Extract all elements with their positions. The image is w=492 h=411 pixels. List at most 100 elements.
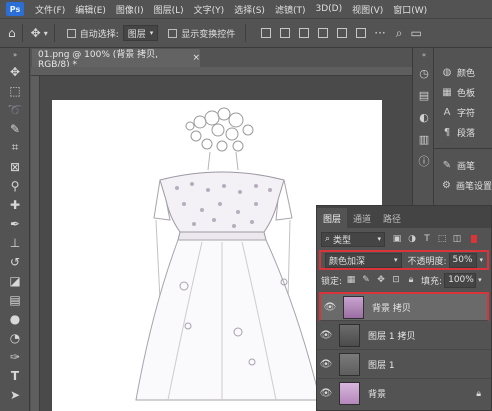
blur-tool-icon[interactable]: ● [0, 309, 30, 328]
dock-item-brush-settings[interactable]: ⚙ 画笔设置 [434, 175, 492, 195]
history-icon[interactable]: ◷ [413, 62, 435, 84]
layer-row-background-copy[interactable]: 👁︎ 背景 拷贝 [319, 292, 489, 321]
search-icon[interactable]: ⌕ [396, 26, 403, 41]
layer-thumbnail [339, 352, 360, 376]
crop-tool-icon[interactable]: ⌗ [0, 138, 30, 157]
workspace-icon[interactable]: ▭ [410, 26, 421, 40]
layer-name: 背景 [368, 390, 387, 400]
palette-icon: ◍ [442, 66, 452, 78]
move-tool-icon[interactable]: ✥ [31, 26, 41, 40]
frame-tool-icon[interactable]: ⊠ [0, 157, 30, 176]
filter-toggle-icon[interactable] [471, 235, 477, 243]
layer-row-layer1[interactable]: 👁︎ 图层 1 [317, 350, 491, 379]
align-middle-icon[interactable] [280, 28, 291, 38]
history-brush-tool-icon[interactable]: ↺ [0, 252, 30, 271]
dock-item-swatches[interactable]: ▦ 色板 [434, 82, 492, 102]
shape-filter-icon[interactable]: ⬚ [436, 233, 448, 245]
fill-label: 填充: [421, 276, 443, 287]
lock-all-icon[interactable]: 🔒︎ [405, 274, 417, 286]
pen-tool-icon[interactable]: ✑ [0, 347, 30, 366]
more-options-icon[interactable]: ··· [374, 26, 385, 40]
menu-layer[interactable]: 图层(L) [149, 3, 189, 16]
menu-view[interactable]: 视图(V) [347, 3, 388, 16]
lock-image-icon[interactable]: ✎ [360, 274, 372, 286]
chevron-down-icon[interactable]: ▾ [478, 276, 482, 284]
home-icon[interactable]: ⌂ [8, 26, 16, 40]
menu-type[interactable]: 文字(Y) [189, 3, 230, 16]
brush-tool-icon[interactable]: ✒ [0, 214, 30, 233]
lock-position-icon[interactable]: ✥ [375, 274, 387, 286]
lock-icon: 🔒︎ [476, 388, 481, 399]
align-bottom-icon[interactable] [299, 28, 310, 38]
menu-image[interactable]: 图像(I) [111, 3, 149, 16]
path-selection-tool-icon[interactable]: ➤ [0, 385, 30, 404]
visibility-eye-icon[interactable]: 👁︎ [317, 388, 335, 399]
marquee-tool-icon[interactable]: ⬚ [0, 81, 30, 100]
lock-transparent-icon[interactable]: ▦ [345, 274, 357, 286]
menu-filter[interactable]: 滤镜(T) [270, 3, 311, 16]
show-transform-label: 显示变换控件 [181, 29, 236, 40]
chevron-down-icon[interactable]: ▾ [479, 256, 483, 264]
dock-item-paragraph[interactable]: ¶ 段落 [434, 122, 492, 142]
visibility-eye-icon[interactable]: 👁︎ [317, 330, 335, 341]
divider [434, 148, 492, 149]
visibility-eye-icon[interactable]: 👁︎ [321, 302, 339, 313]
libraries-icon[interactable]: ▥ [413, 128, 435, 150]
show-transform-checkbox[interactable] [168, 28, 178, 38]
clone-stamp-tool-icon[interactable]: ⊥ [0, 233, 30, 252]
chevron-down-icon[interactable]: ▾ [44, 29, 48, 38]
auto-select-dropdown[interactable]: 图层 ▾ [122, 25, 159, 41]
fill-input[interactable]: 100% [444, 272, 477, 288]
document-tab[interactable]: 01.png @ 100% (背景 拷贝, RGB/8) * × [32, 49, 200, 70]
close-icon[interactable]: × [192, 53, 200, 63]
layer-row-background[interactable]: 👁︎ 背景 🔒︎ [317, 379, 491, 408]
photoshop-logo[interactable]: Ps [6, 2, 24, 16]
tab-layers[interactable]: 图层 [317, 208, 348, 228]
adjustments-icon[interactable]: ◐ [413, 106, 435, 128]
menu-3d[interactable]: 3D(D) [310, 4, 347, 14]
collapse-icon[interactable]: » [0, 48, 30, 62]
visibility-eye-icon[interactable]: 👁︎ [317, 359, 335, 370]
lasso-tool-icon[interactable]: ➰ [0, 100, 30, 119]
dock-item-brushes[interactable]: ✎ 画笔 [434, 155, 492, 175]
menu-select[interactable]: 选择(S) [229, 3, 270, 16]
move-tool-icon[interactable]: ✥ [0, 62, 30, 81]
lock-artboard-icon[interactable]: ⊡ [390, 274, 402, 286]
character-icon: A [443, 106, 451, 118]
brush-settings-icon: ⚙ [442, 179, 451, 191]
eyedropper-tool-icon[interactable]: ⚲ [0, 176, 30, 195]
align-center-icon[interactable] [337, 28, 348, 38]
menu-file[interactable]: 文件(F) [30, 3, 70, 16]
layer-name: 图层 1 拷贝 [368, 331, 416, 342]
dock-item-color[interactable]: ◍ 颜色 [434, 62, 492, 82]
eraser-tool-icon[interactable]: ◪ [0, 271, 30, 290]
layer-row-layer1-copy[interactable]: 👁︎ 图层 1 拷贝 [317, 321, 491, 350]
layer-filter-dropdown[interactable]: ⌕ 类型 ▾ [321, 231, 385, 247]
dock-header [434, 48, 492, 62]
gradient-tool-icon[interactable]: ▤ [0, 290, 30, 309]
tab-channels[interactable]: 通道 [347, 208, 377, 228]
properties-icon[interactable]: ▤ [413, 84, 435, 106]
menu-window[interactable]: 窗口(W) [388, 3, 432, 16]
dodge-tool-icon[interactable]: ◔ [0, 328, 30, 347]
adjustment-filter-icon[interactable]: ◑ [406, 233, 418, 245]
info-icon[interactable]: ⓘ [413, 150, 435, 172]
collapse-icon[interactable]: « [413, 48, 435, 62]
align-top-icon[interactable] [261, 28, 272, 38]
dock-item-label: 色板 [457, 88, 476, 99]
opacity-input[interactable]: 50% [448, 252, 478, 268]
pixel-filter-icon[interactable]: ▣ [391, 233, 403, 245]
opacity-value: 50% [452, 255, 473, 265]
tab-paths[interactable]: 路径 [377, 208, 407, 228]
smart-object-filter-icon[interactable]: ◫ [451, 233, 463, 245]
dock-item-character[interactable]: A 字符 [434, 102, 492, 122]
type-tool-icon[interactable]: T [0, 366, 30, 385]
blend-mode-dropdown[interactable]: 颜色加深 ▾ [325, 252, 402, 268]
menu-edit[interactable]: 编辑(E) [70, 3, 111, 16]
type-filter-icon[interactable]: T [421, 233, 433, 245]
align-left-icon[interactable] [318, 28, 329, 38]
align-right-icon[interactable] [356, 28, 367, 38]
healing-brush-tool-icon[interactable]: ✚ [0, 195, 30, 214]
auto-select-checkbox[interactable] [66, 28, 76, 38]
quick-select-tool-icon[interactable]: ✎ [0, 119, 30, 138]
